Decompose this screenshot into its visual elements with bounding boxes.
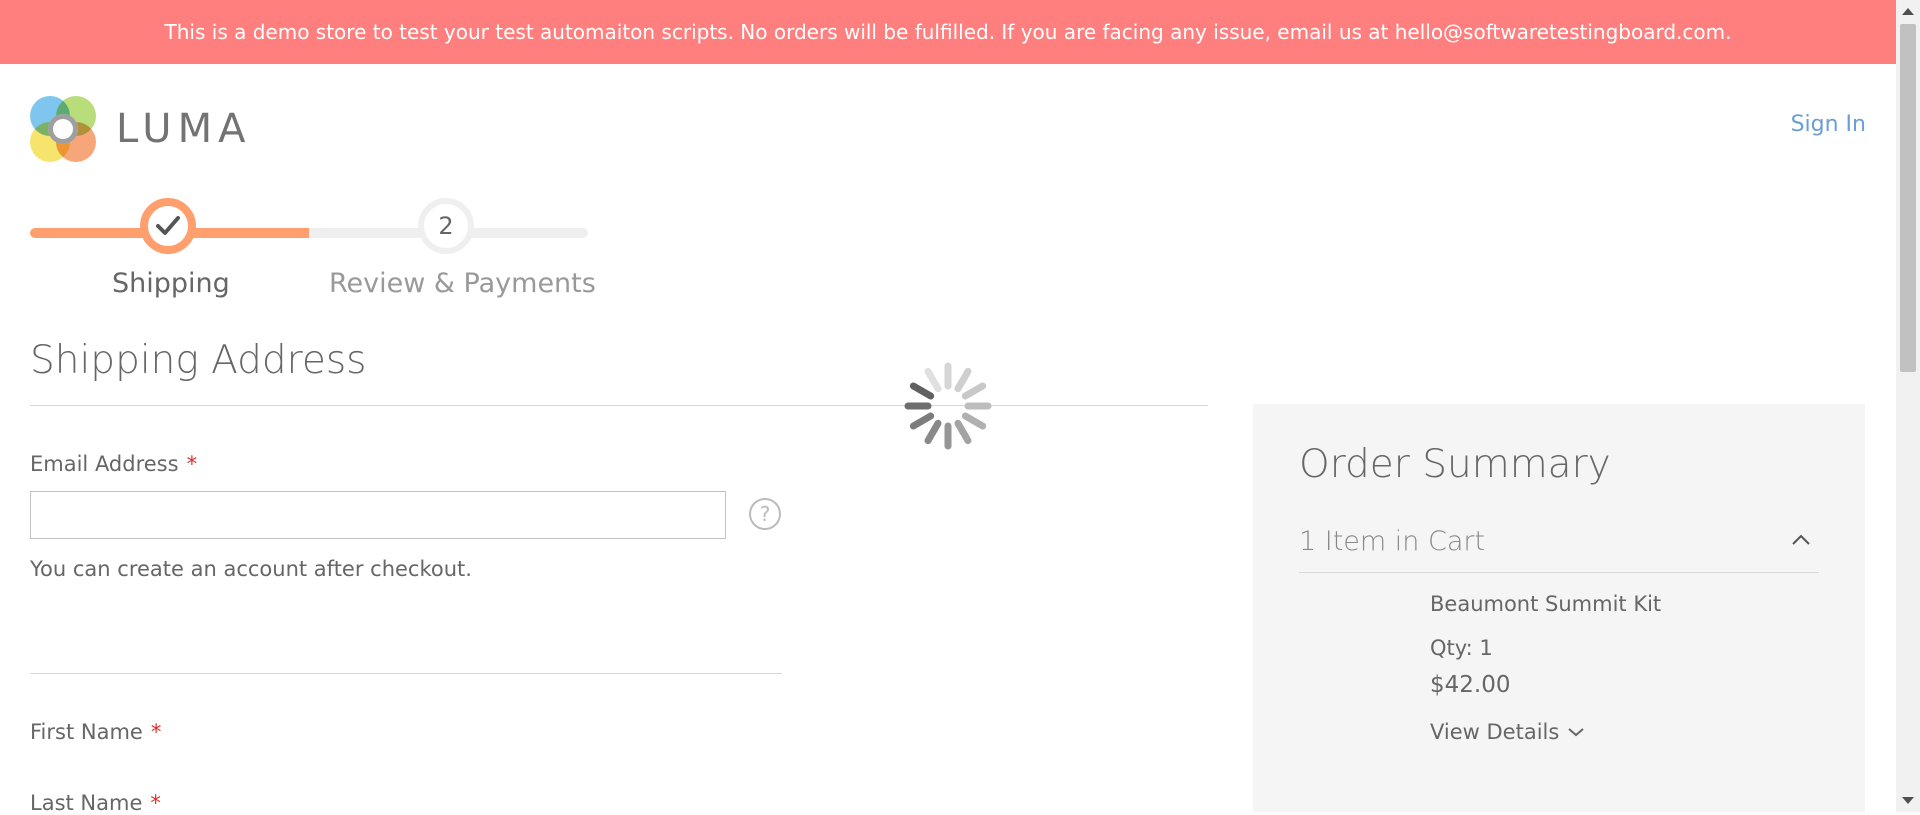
step-review-label[interactable]: Review & Payments [329, 268, 596, 299]
step-review-indicator: 2 [418, 198, 474, 254]
demo-banner-text: This is a demo store to test your test a… [164, 20, 1732, 44]
help-icon[interactable]: ? [749, 498, 781, 530]
checkout-progress-bar: 2 Shipping Review & Payments [30, 196, 596, 306]
logo-text: LUMA [116, 106, 252, 152]
order-summary-panel: Order Summary 1 Item in Cart Beaumont Su… [1253, 404, 1865, 812]
chevron-down-icon [1568, 728, 1584, 737]
section-divider [30, 405, 1208, 406]
email-label: Email Address * [30, 452, 197, 476]
site-header: LUMA Sign In [0, 64, 1896, 194]
page-scrollbar[interactable] [1896, 0, 1920, 812]
loading-spinner-icon [904, 362, 992, 450]
sign-in-link[interactable]: Sign In [1791, 112, 1866, 137]
help-glyph: ? [759, 502, 771, 526]
shipping-address-title: Shipping Address [30, 338, 367, 383]
cart-items-toggle[interactable]: 1 Item in Cart [1299, 522, 1819, 573]
chevron-up-icon [1792, 534, 1810, 545]
required-marker: * [150, 791, 161, 815]
account-note: You can create an account after checkout… [30, 557, 472, 581]
order-summary-title: Order Summary [1299, 442, 1611, 487]
check-icon [156, 216, 180, 235]
view-details-label: View Details [1430, 720, 1560, 744]
last-name-label-text: Last Name [30, 791, 143, 815]
step-shipping-label: Shipping [112, 268, 230, 299]
luma-logo[interactable]: LUMA [30, 96, 251, 162]
email-label-text: Email Address [30, 452, 179, 476]
required-marker: * [186, 452, 198, 476]
scroll-down-arrow[interactable] [1902, 797, 1914, 804]
product-qty: Qty: 1 [1430, 636, 1493, 660]
scrollbar-thumb[interactable] [1900, 24, 1916, 372]
product-price: $42.00 [1430, 672, 1511, 698]
first-name-label-text: First Name [30, 720, 143, 744]
field-divider [30, 673, 782, 674]
view-details-toggle[interactable]: View Details [1430, 720, 1585, 744]
email-input[interactable] [30, 491, 726, 539]
cart-item-count: 1 Item in Cart [1299, 526, 1486, 557]
last-name-label: Last Name * [30, 791, 161, 815]
step-shipping-indicator [140, 198, 196, 254]
required-marker: * [150, 720, 162, 744]
product-name: Beaumont Summit Kit [1430, 592, 1662, 616]
luma-logo-icon [30, 96, 96, 162]
demo-store-banner: This is a demo store to test your test a… [0, 0, 1896, 64]
step-review-number: 2 [438, 212, 454, 240]
first-name-label: First Name * [30, 720, 161, 744]
scroll-up-arrow[interactable] [1902, 8, 1914, 15]
